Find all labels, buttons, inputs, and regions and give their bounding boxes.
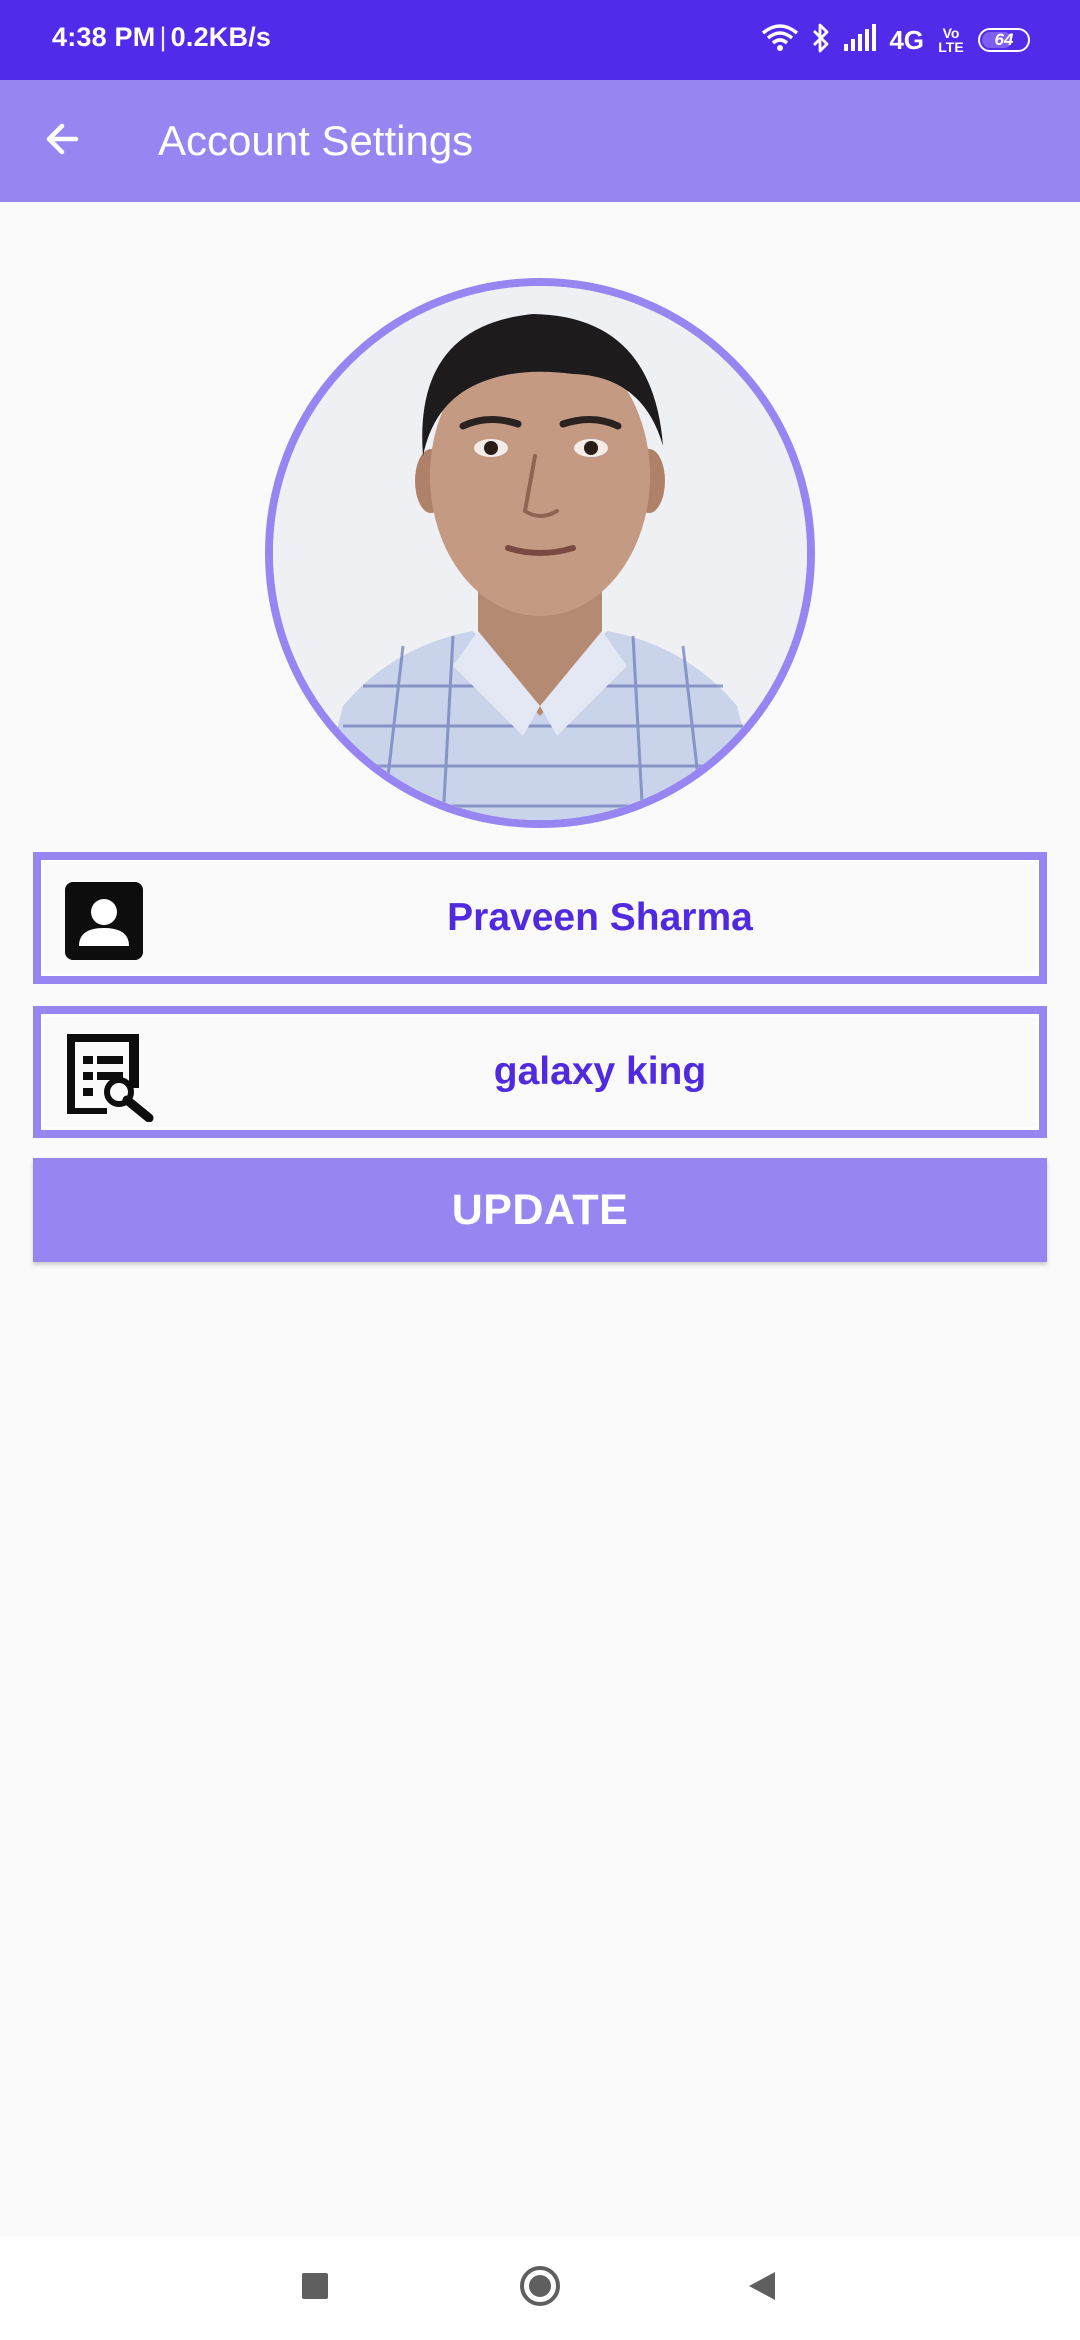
battery-level: 64 [994,30,1014,49]
back-button[interactable] [30,109,94,173]
page-title: Account Settings [158,117,474,164]
update-button[interactable]: UPDATE [33,1158,1047,1262]
system-back-button[interactable] [730,2256,794,2320]
square-icon [301,2272,329,2305]
app-bar: Account Settings [0,80,1080,202]
profile-photo [273,286,807,820]
circle-icon [519,2265,561,2312]
edit-list-icon [63,1030,155,1123]
arrow-left-icon [42,119,82,164]
triangle-back-icon [747,2270,777,2307]
status-separator: | [159,22,167,52]
username-field[interactable]: galaxy king [33,1006,1047,1138]
wifi-icon [761,23,799,58]
network-type: 4G [889,24,924,55]
status-icons: 4G Vo LTE 64 [761,18,1030,62]
home-button[interactable] [508,2256,572,2320]
status-left: 4:38 PM | 0.2KB/s [52,22,271,53]
status-speed: 0.2KB/s [170,22,272,52]
volte-bottom: LTE [938,39,964,55]
battery-icon: 64 [978,28,1030,52]
name-value: Praveen Sharma [447,896,753,939]
navigation-bar [0,2236,1080,2340]
name-field[interactable]: Praveen Sharma [33,852,1047,984]
contact-card-icon [63,880,145,962]
status-time: 4:38 PM [52,22,156,52]
volte-icon: Vo LTE [936,26,966,54]
avatar[interactable] [265,278,815,828]
recents-button[interactable] [283,2256,347,2320]
status-bar: 4:38 PM | 0.2KB/s 4G Vo LTE 64 [0,0,1080,80]
username-value: galaxy king [493,1050,707,1093]
signal-icon [843,23,877,57]
bluetooth-icon [811,22,831,59]
